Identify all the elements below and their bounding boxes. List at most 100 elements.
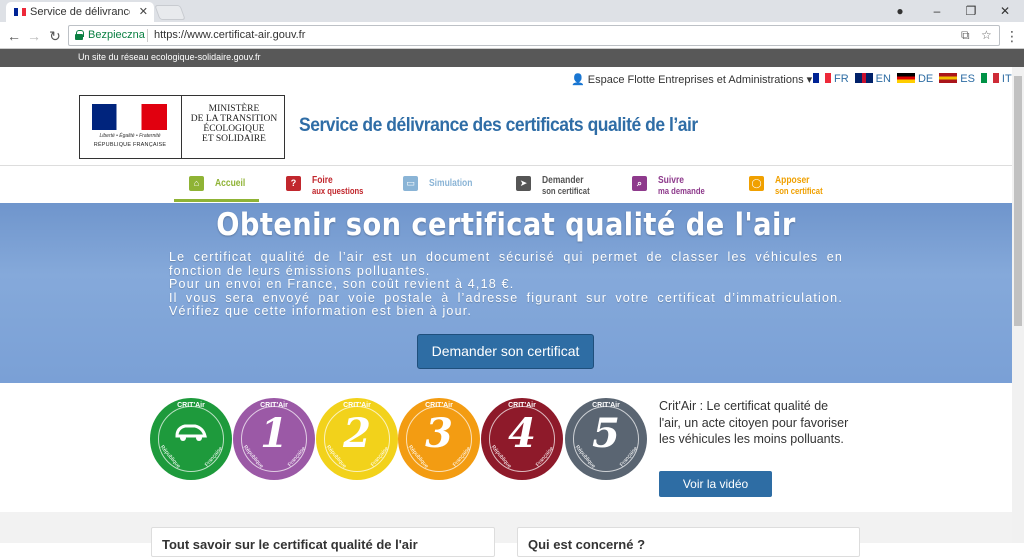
language-es[interactable]: ES <box>939 73 975 85</box>
hero-paragraph: Il vous sera envoyé par voie postale à l… <box>169 290 843 318</box>
ministry-line: ÉCOLOGIQUE <box>203 124 265 134</box>
nav-label-line1: Simulation <box>429 178 473 189</box>
tab-title: Service de délivrance des <box>30 6 130 18</box>
language-de[interactable]: DE <box>896 73 934 85</box>
critair-badge-3: CRIT'Air 3 République Française <box>398 398 480 480</box>
nav-label-line2: aux questions <box>312 186 364 196</box>
hero-paragraph: Le certificat qualité de l’air est un do… <box>169 250 843 278</box>
nav-label-line2: son certificat <box>542 186 590 196</box>
info-card-title: Qui est concerné ? <box>528 537 646 552</box>
flag-de-icon <box>896 73 915 83</box>
info-card[interactable]: Tout savoir sur le certificat qualité de… <box>151 527 495 557</box>
restore-button[interactable]: ❐ <box>954 0 988 22</box>
flag-it-icon <box>980 73 999 83</box>
bookmark-star-icon[interactable]: ☆ <box>981 28 992 42</box>
nav-icon: ◯ <box>749 176 764 191</box>
gov-network-bar: Un site du réseau ecologique-solidaire.g… <box>0 49 1024 67</box>
info-card[interactable]: Qui est concerné ? <box>517 527 860 557</box>
profile-icon[interactable]: ● <box>883 0 917 22</box>
espace-flotte-link[interactable]: 👤 Espace Flotte Entreprises et Administr… <box>571 73 812 86</box>
nav-active-indicator <box>174 199 259 202</box>
user-icon: 👤 <box>571 74 585 86</box>
nav-icon: ⌕ <box>632 176 647 191</box>
address-bar[interactable]: Bezpieczna https://www.certificat-air.go… <box>68 25 1000 46</box>
nav-label: Simulation <box>429 179 472 189</box>
espace-flotte-label: Espace Flotte Entreprises et Administrat… <box>587 74 804 86</box>
language-it[interactable]: IT <box>980 73 1012 85</box>
caret-down-icon: ▾ <box>806 74 813 86</box>
badge-label: CRIT'Air <box>592 402 620 409</box>
language-code: FR <box>834 73 849 85</box>
ministry-name: MINISTÈRE DE LA TRANSITION ÉCOLOGIQUE ET… <box>184 104 284 144</box>
gov-network-link[interactable]: Un site du réseau ecologique-solidaire.g… <box>78 52 260 62</box>
nav-icon: ▭ <box>403 176 418 191</box>
nav-label-line1: Suivre <box>658 175 684 186</box>
critair-badge-5: CRIT'Air 5 République Française <box>565 398 647 480</box>
translate-icon[interactable]: ⧉ <box>961 28 970 43</box>
lock-icon <box>75 30 84 40</box>
tab-close-icon[interactable]: ✕ <box>139 5 148 18</box>
french-flag-favicon-icon <box>14 8 26 16</box>
nav-label-line1: Accueil <box>215 178 246 189</box>
language-selector: FR EN DE ES IT <box>813 73 1018 85</box>
nav-label-line1: Apposer <box>775 175 810 186</box>
critair-badge-0: CRIT'Air République Française <box>150 398 232 480</box>
nav-icon: ⌂ <box>189 176 204 191</box>
flag-es-icon <box>939 73 958 83</box>
ministry-line: DE LA TRANSITION <box>190 114 278 124</box>
request-certificate-button[interactable]: Demander son certificat <box>417 334 594 369</box>
language-code: ES <box>960 73 975 85</box>
nav-label-line2: ma demande <box>658 186 705 196</box>
nav-label-line1: Foire <box>312 175 333 186</box>
nav-label: Suivre ma demande <box>658 175 705 197</box>
hero-description: Le certificat qualité de l’air est un do… <box>169 250 843 319</box>
nav-label-line1: Demander <box>542 175 584 186</box>
logo-republique: RÉPUBLIQUE FRANÇAISE <box>93 142 167 148</box>
language-fr[interactable]: FR <box>813 73 849 85</box>
ministry-line: MINISTÈRE <box>208 104 260 114</box>
language-en[interactable]: EN <box>854 73 891 85</box>
reload-icon[interactable]: ↻ <box>45 26 65 46</box>
watch-video-button[interactable]: Voir la vidéo <box>659 471 772 497</box>
browser-tab[interactable]: Service de délivrance des ✕ <box>6 2 154 22</box>
ministry-logo[interactable]: Liberté • Égalité • Fraternité RÉPUBLIQU… <box>79 95 285 159</box>
critair-badge-2: CRIT'Air 2 République Française <box>316 398 398 480</box>
scrollbar-thumb[interactable] <box>1014 76 1022 326</box>
back-icon[interactable]: ← <box>4 26 24 46</box>
badge-label: CRIT'Air <box>425 402 453 409</box>
badge-label: CRIT'Air <box>508 402 536 409</box>
marianne-logo-icon <box>92 104 167 130</box>
marianne-block: Liberté • Égalité • Fraternité RÉPUBLIQU… <box>80 96 182 158</box>
nav-label: Accueil <box>215 179 245 189</box>
browser-tab-bar: Service de délivrance des ✕ ● – ❐ ✕ <box>0 0 1024 22</box>
nav-label-line2: son certificat <box>775 186 823 196</box>
badge-label: CRIT'Air <box>343 402 371 409</box>
site-title[interactable]: Service de délivrance des certificats qu… <box>299 115 698 137</box>
logo-devise: Liberté • Égalité • Fraternité <box>99 133 161 139</box>
new-tab-button[interactable] <box>154 5 186 20</box>
browser-menu-icon[interactable]: ⋮ <box>1002 26 1022 46</box>
language-code: EN <box>875 73 891 85</box>
flag-fr-icon <box>813 73 831 83</box>
forward-icon[interactable]: → <box>24 26 44 46</box>
critair-description: Crit'Air : Le certificat qualité de l'ai… <box>659 399 849 446</box>
info-card-title: Tout savoir sur le certificat qualité de… <box>162 537 418 552</box>
nav-label: Foire aux questions <box>312 175 364 197</box>
security-label[interactable]: Bezpieczna <box>88 29 145 41</box>
main-nav: ⌂ Accueil? Foire aux questions ▭ Simulation ➤ D… <box>0 166 1012 203</box>
critair-badge-4: CRIT'Air 4 République Française <box>481 398 563 480</box>
omnibox-divider <box>147 29 148 42</box>
language-code: IT <box>1001 73 1012 85</box>
url-text[interactable]: https://www.certificat-air.gouv.fr <box>154 29 305 41</box>
badge-label: CRIT'Air <box>177 402 205 409</box>
header-topline: 👤 Espace Flotte Entreprises et Administr… <box>0 67 1012 91</box>
critair-badge-1: CRIT'Air 1 République Française <box>233 398 315 480</box>
page-scrollbar[interactable] <box>1012 67 1024 543</box>
car-wheel <box>180 435 186 441</box>
language-code: DE <box>917 73 934 85</box>
ministry-line: ET SOLIDAIRE <box>202 134 266 144</box>
nav-icon: ➤ <box>516 176 531 191</box>
minimize-button[interactable]: – <box>920 0 954 22</box>
car-wheel <box>196 435 202 441</box>
close-window-button[interactable]: ✕ <box>988 0 1022 22</box>
